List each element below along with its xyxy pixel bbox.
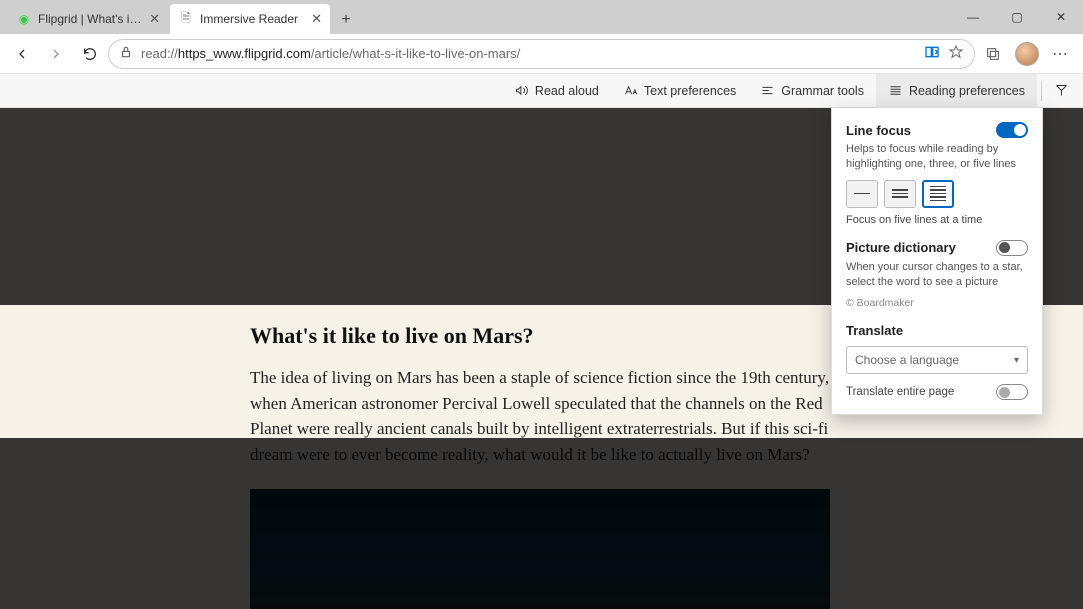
translate-entire-page-toggle[interactable] [996, 384, 1028, 400]
forward-button[interactable] [40, 38, 72, 70]
close-icon[interactable]: ✕ [311, 11, 322, 27]
favorite-icon[interactable] [948, 44, 964, 63]
tab-title: Flipgrid | What's it like to live [38, 12, 143, 26]
document-icon: 🗎 [178, 11, 194, 27]
flipgrid-favicon: ◉ [16, 11, 32, 27]
tab-immersive-reader[interactable]: 🗎 Immersive Reader ✕ [170, 4, 330, 34]
picture-dictionary-title: Picture dictionary [846, 240, 956, 255]
collections-icon[interactable] [977, 38, 1009, 70]
maximize-button[interactable]: ▢ [995, 0, 1039, 34]
line-focus-five[interactable] [922, 180, 954, 208]
translate-entire-page-label: Translate entire page [846, 386, 954, 398]
translate-title: Translate [846, 323, 903, 338]
picture-dictionary-note: © Boardmaker [846, 297, 1028, 309]
close-icon[interactable]: ✕ [149, 11, 160, 27]
line-focus-three[interactable] [884, 180, 916, 208]
picture-dictionary-toggle[interactable] [996, 240, 1028, 256]
line-focus-description: Helps to focus while reading by highligh… [846, 142, 1028, 172]
tab-flipgrid[interactable]: ◉ Flipgrid | What's it like to live ✕ [8, 4, 168, 34]
content-area: What's it like to live on Mars? The idea… [0, 108, 1083, 609]
picture-dictionary-description: When your cursor changes to a star, sele… [846, 260, 1028, 290]
reading-preferences-button[interactable]: Reading preferences [876, 74, 1037, 108]
text-preferences-button[interactable]: Text preferences [611, 74, 748, 108]
reader-toolbar: Read aloud Text preferences Grammar tool… [0, 74, 1083, 108]
read-aloud-label: Read aloud [535, 84, 599, 98]
tab-strip: ◉ Flipgrid | What's it like to live ✕ 🗎 … [0, 0, 1083, 34]
tab-title: Immersive Reader [200, 12, 305, 26]
close-window-button[interactable]: ✕ [1039, 0, 1083, 34]
url-text: read://https_www.flipgrid.com/article/wh… [141, 46, 916, 61]
line-focus-one[interactable] [846, 180, 878, 208]
address-bar[interactable]: read://https_www.flipgrid.com/article/wh… [108, 39, 975, 69]
translate-placeholder: Choose a language [855, 353, 959, 367]
read-aloud-button[interactable]: Read aloud [502, 74, 611, 108]
line-focus-caption: Focus on five lines at a time [846, 214, 1028, 226]
translate-section: Translate Choose a language ▾ Translate … [846, 323, 1028, 400]
article-hero-image [250, 489, 830, 609]
reading-preferences-label: Reading preferences [909, 84, 1025, 98]
line-focus-section: Line focus Helps to focus while reading … [846, 122, 1028, 226]
window-controls: — ▢ ✕ [951, 0, 1083, 34]
browser-toolbar: read://https_www.flipgrid.com/article/wh… [0, 34, 1083, 74]
back-button[interactable] [6, 38, 38, 70]
new-tab-button[interactable]: + [332, 6, 360, 34]
line-focus-options [846, 180, 1028, 208]
line-focus-toggle[interactable] [996, 122, 1028, 138]
grammar-tools-button[interactable]: Grammar tools [748, 74, 876, 108]
chevron-down-icon: ▾ [1014, 355, 1019, 366]
line-focus-title: Line focus [846, 123, 911, 138]
reading-preferences-panel: Line focus Helps to focus while reading … [831, 108, 1043, 415]
immersive-reader-icon[interactable] [924, 44, 940, 63]
text-preferences-label: Text preferences [644, 84, 736, 98]
picture-dictionary-section: Picture dictionary When your cursor chan… [846, 240, 1028, 310]
lock-icon [119, 45, 133, 62]
separator [1041, 81, 1042, 101]
profile-avatar[interactable] [1011, 38, 1043, 70]
refresh-button[interactable] [74, 38, 106, 70]
more-icon[interactable]: ⋯ [1045, 38, 1077, 70]
minimize-button[interactable]: — [951, 0, 995, 34]
grammar-tools-label: Grammar tools [781, 84, 864, 98]
article-body: The idea of living on Mars has been a st… [250, 365, 830, 467]
article-title: What's it like to live on Mars? [250, 323, 830, 349]
pin-toolbar-button[interactable] [1046, 74, 1077, 108]
translate-language-select[interactable]: Choose a language ▾ [846, 346, 1028, 374]
